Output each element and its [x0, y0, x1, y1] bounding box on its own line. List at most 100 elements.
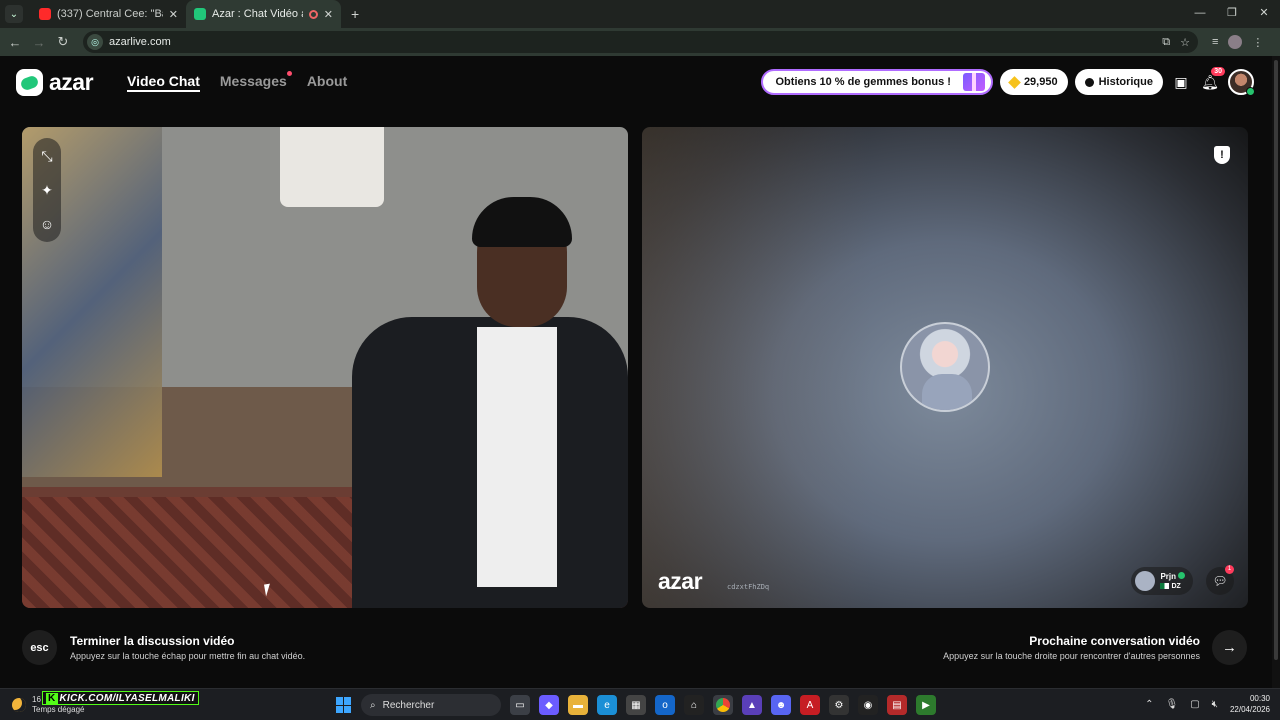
browser-tab-azar[interactable]: Azar : Chat Vidéo avec de nouveaux ✕: [186, 0, 341, 28]
chat-bubble-icon: 💬︎: [1212, 574, 1228, 588]
weather-desc: Temps dégagé: [32, 705, 85, 714]
browser-tab-youtube[interactable]: (337) Central Cee: "Band4Band" ✕: [31, 0, 186, 28]
history-clock-icon: [1084, 77, 1094, 87]
obs-settings-icon[interactable]: ⚙: [829, 695, 849, 715]
partner-country: DZ: [1171, 582, 1181, 590]
gem-icon: [1008, 75, 1021, 89]
back-icon[interactable]: ←: [3, 35, 27, 50]
page-scrollbar[interactable]: [1272, 56, 1280, 688]
speaker-muted-icon[interactable]: 🔇︎: [1212, 699, 1218, 710]
url-text: azarlive.com: [109, 36, 171, 48]
search-placeholder: Rechercher: [382, 699, 435, 711]
end-chat-subtitle: Appuyez sur la touche échap pour mettre …: [70, 651, 306, 661]
recording-indicator-icon: [308, 9, 318, 19]
partner-info-chip[interactable]: Prjn DZ: [1131, 567, 1193, 595]
taskbar-clock[interactable]: 00:30 22/04/2026: [1230, 693, 1270, 715]
system-tray: ⌃ 🎙︎ ▢ 🔇︎ 00:30 22/04/2026: [1145, 693, 1270, 715]
notification-bell-icon[interactable]: 🔔︎ 30: [1199, 66, 1225, 91]
site-info-icon[interactable]: ◎: [87, 34, 103, 50]
forward-icon[interactable]: →: [27, 35, 51, 50]
beauty-filter-wand-icon[interactable]: ✦: [41, 180, 53, 200]
bookmark-star-icon[interactable]: ☆: [1180, 36, 1190, 49]
session-code: cdzxtFhZDq: [727, 583, 770, 591]
clock-date: 22/04/2026: [1229, 705, 1270, 714]
minimize-video-icon[interactable]: ⤡: [41, 146, 52, 166]
esc-key-button[interactable]: esc: [22, 630, 57, 665]
capcut-icon[interactable]: ⌂: [684, 695, 704, 715]
address-bar[interactable]: ◎ azarlive.com ⧉ ☆: [83, 31, 1198, 53]
chat-badge: 1: [1225, 565, 1234, 574]
stream-tool-icon[interactable]: ▤: [887, 695, 907, 715]
close-tab-icon[interactable]: ✕: [169, 8, 178, 21]
nav-video-chat[interactable]: Video Chat: [127, 73, 200, 92]
remote-video-feed: ! azar cdzxtFhZDq Prjn DZ 💬︎ 1: [642, 127, 1248, 608]
chrome-icon[interactable]: [713, 695, 733, 715]
promo-label: Obtiens 10 % de gemmes bonus !: [775, 76, 951, 88]
minimize-icon[interactable]: —: [1184, 0, 1216, 28]
chat-message-button[interactable]: 💬︎ 1: [1206, 565, 1234, 595]
new-tab-icon[interactable]: +: [351, 6, 359, 22]
moon-weather-icon: [12, 698, 26, 712]
taskbar-apps: ⌕ Rechercher ▭ ◆ ▬ e ▦ o ⌂ ▲ ☻ A ⚙ ◉ ▤ ▶: [336, 694, 936, 716]
browser-menu-icon[interactable]: ⋮: [1252, 36, 1263, 49]
youtube-favicon-icon: [39, 8, 51, 20]
close-tab-icon[interactable]: ✕: [324, 8, 333, 21]
network-icon[interactable]: ▢: [1190, 699, 1199, 710]
discord-icon[interactable]: ☻: [771, 695, 791, 715]
face-effect-icon[interactable]: ☺: [40, 214, 54, 234]
archive-box-icon[interactable]: ▣: [1170, 74, 1192, 91]
search-icon: ⌕: [370, 699, 376, 711]
restore-icon[interactable]: ❐: [1216, 0, 1248, 28]
outlook-icon[interactable]: o: [655, 695, 675, 715]
partner-avatar: [1135, 571, 1156, 591]
gem-promo-button[interactable]: Obtiens 10 % de gemmes bonus !: [760, 69, 993, 95]
gem-count: 29,950: [1023, 76, 1058, 88]
video-side-tools: ⤡ ✦ ☺: [33, 138, 61, 242]
microphone-icon[interactable]: 🎙︎: [1165, 699, 1178, 710]
local-video-feed: [22, 127, 628, 608]
copilot-icon[interactable]: ◆: [539, 695, 559, 715]
task-view-icon[interactable]: ▭: [510, 695, 530, 715]
install-app-icon[interactable]: ⧉: [1162, 36, 1170, 49]
microsoft-store-icon[interactable]: ▦: [626, 695, 646, 715]
browser-tabbar: ⌄ (337) Central Cee: "Band4Band" ✕ Azar …: [0, 0, 1280, 28]
next-chat-hint: Prochaine conversation vidéo Appuyez sur…: [943, 630, 1247, 665]
next-arrow-button[interactable]: →: [1212, 630, 1247, 665]
report-shield-icon[interactable]: !: [1214, 146, 1230, 164]
profile-avatar-icon[interactable]: [1228, 35, 1243, 49]
windows-start-icon[interactable]: [336, 697, 352, 713]
media-player-icon[interactable]: ▶: [916, 695, 936, 715]
end-chat-title: Terminer la discussion vidéo: [70, 634, 235, 648]
azar-app: azar Video Chat Messages About Obtiens 1…: [0, 56, 1280, 688]
tab-search-icon[interactable]: ⌄: [5, 5, 23, 23]
next-chat-title: Prochaine conversation vidéo: [1029, 634, 1200, 648]
gem-balance-button[interactable]: 29,950: [999, 69, 1068, 95]
nav-about[interactable]: About: [307, 73, 347, 89]
media-control-icon[interactable]: ≡: [1212, 36, 1218, 48]
partner-name: Prjn: [1160, 571, 1176, 581]
verified-icon: [1178, 571, 1185, 579]
online-status-icon: [1246, 87, 1255, 96]
kick-channel-text: KICK.COM/ILYASELMALIKI: [59, 692, 195, 704]
nav-messages[interactable]: Messages: [219, 71, 292, 89]
history-button[interactable]: Historique: [1074, 69, 1163, 95]
edge-browser-icon[interactable]: e: [597, 695, 617, 715]
user-avatar[interactable]: [1228, 69, 1255, 96]
video-person-shirt: [477, 327, 557, 587]
video-person-hair: [472, 197, 572, 247]
kick-logo-icon: K: [46, 692, 58, 704]
tab-title: Azar : Chat Vidéo avec de nouveaux: [212, 8, 303, 20]
reload-icon[interactable]: ↻: [51, 34, 75, 50]
main-nav: Video Chat Messages About: [127, 71, 347, 92]
obs-studio-icon[interactable]: ◉: [858, 695, 878, 715]
close-window-icon[interactable]: ✕: [1248, 0, 1280, 28]
tray-chevron-up-icon[interactable]: ⌃: [1145, 699, 1153, 710]
nav-messages-label: Messages: [219, 73, 287, 89]
file-explorer-icon[interactable]: ▬: [568, 695, 588, 715]
azar-logo[interactable]: azar: [16, 69, 94, 96]
window-controls: — ❐ ✕: [1184, 0, 1280, 28]
game-controller-icon[interactable]: ▲: [742, 695, 762, 715]
acrobat-icon[interactable]: A: [800, 695, 820, 715]
clock-time: 00:30: [1249, 694, 1270, 703]
taskbar-search[interactable]: ⌕ Rechercher: [361, 694, 501, 716]
